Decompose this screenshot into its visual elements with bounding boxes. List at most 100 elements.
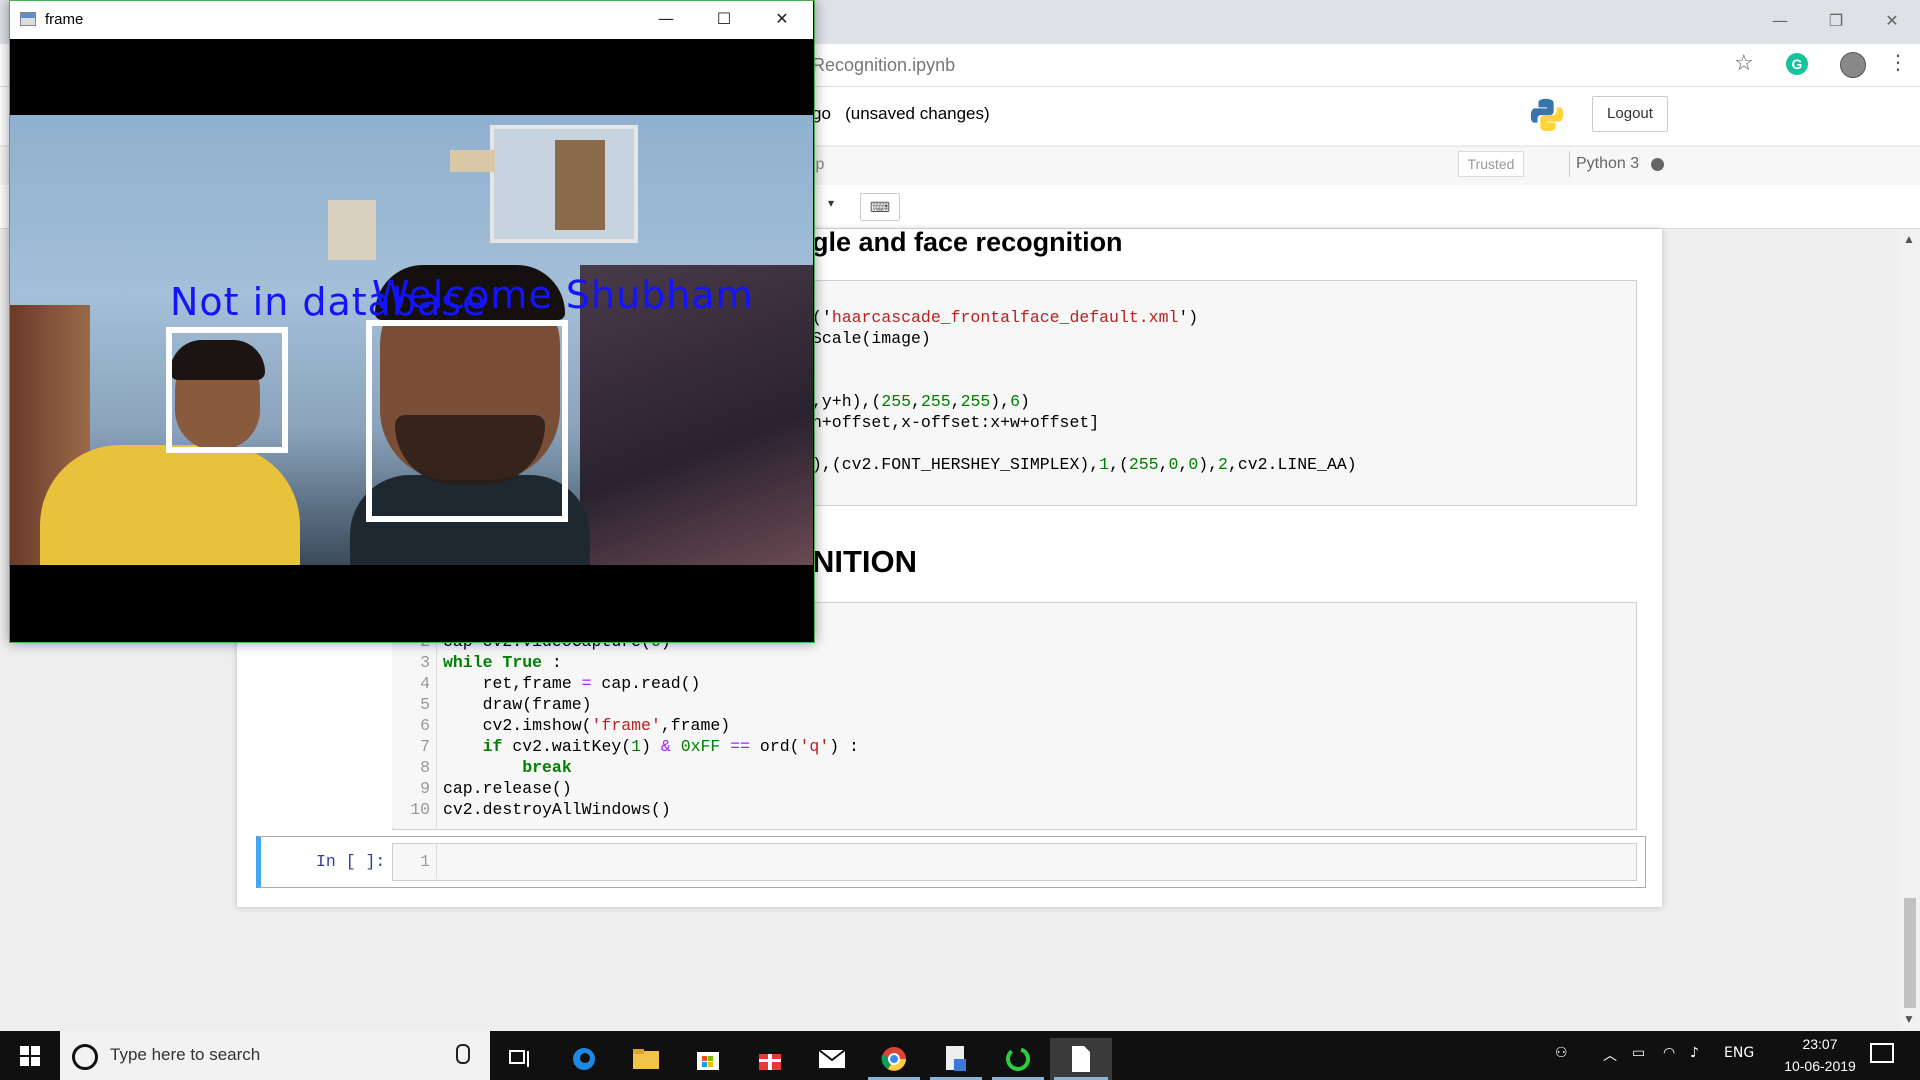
face-label-welcome: Welcome Shubham	[372, 273, 754, 317]
markdown-heading-2[interactable]: NITION	[812, 544, 917, 580]
code-token: ,	[1158, 455, 1169, 474]
scrollbar-thumb[interactable]	[1904, 898, 1916, 1008]
gift-app-icon[interactable]	[740, 1038, 800, 1080]
code-line: ,y+h),(255,255,255),6)	[812, 392, 1030, 411]
grammarly-extension-icon[interactable]: G	[1786, 53, 1808, 75]
notebook-name[interactable]: go (unsaved changes)	[812, 104, 990, 124]
door-shape	[555, 140, 605, 230]
frame-maximize-button[interactable]: ☐	[700, 6, 748, 32]
clock-time[interactable]: 23:07	[1790, 1036, 1850, 1052]
code-token: cap.release()	[443, 779, 572, 798]
battery-icon[interactable]: ▭	[1632, 1045, 1645, 1061]
code-line: Scale(image)	[812, 329, 931, 348]
frame-close-button[interactable]: ✕	[758, 6, 806, 32]
line-number: 4	[420, 674, 430, 693]
action-center-icon[interactable]	[1870, 1043, 1894, 1063]
code-line: cap.release()	[443, 779, 572, 798]
code-token: ,frame)	[660, 716, 731, 735]
code-token: 1	[631, 737, 642, 756]
browser-menu-icon[interactable]: ⋮	[1888, 50, 1908, 74]
kernel-separator	[1569, 151, 1570, 177]
start-button[interactable]	[0, 1031, 60, 1080]
code-token: ')	[1178, 308, 1199, 327]
code-token: 0	[1168, 455, 1179, 474]
code-token: 'q'	[799, 737, 830, 756]
frame-titlebar[interactable]	[10, 1, 813, 39]
code-token: 255	[1128, 455, 1159, 474]
markdown-heading-1[interactable]: gle and face recognition	[812, 227, 1123, 258]
store-icon[interactable]	[678, 1038, 738, 1080]
task-view-icon[interactable]	[490, 1038, 550, 1080]
kernel-name[interactable]: Python 3	[1576, 155, 1639, 173]
person-1-shirt	[40, 445, 300, 565]
kernel-busy-indicator-icon	[1651, 158, 1664, 171]
address-bar[interactable]: Recognition.ipynb	[812, 55, 955, 76]
code-token: h+offset,x-offset:x+w+offset]	[812, 413, 1100, 432]
code-token: Scale(image)	[812, 329, 931, 348]
line-number: 3	[420, 653, 430, 672]
face-box-2	[366, 320, 568, 522]
windows-logo-icon	[20, 1045, 40, 1066]
code-token: cv2.imshow(	[443, 716, 592, 735]
search-placeholder[interactable]: Type here to search	[110, 1045, 260, 1065]
code-line: cv2.imshow('frame',frame)	[443, 716, 731, 735]
code-token: 255	[881, 392, 912, 411]
document-app-icon[interactable]	[1050, 1038, 1112, 1080]
code-line: h+offset,x-offset:x+w+offset]	[812, 413, 1099, 432]
chrome-icon[interactable]	[864, 1038, 924, 1080]
profile-avatar[interactable]	[1840, 52, 1866, 78]
code-token: ,y+h),(	[812, 392, 882, 411]
edge-icon[interactable]	[554, 1038, 614, 1080]
browser-close-button[interactable]: ✕	[1864, 0, 1920, 40]
clock-date[interactable]: 10-06-2019	[1770, 1058, 1870, 1074]
webcam-video-frame: Not in database Welcome Shubham	[10, 115, 813, 565]
microphone-icon[interactable]	[456, 1044, 470, 1064]
code-token: cv2.waitKey(	[502, 737, 632, 756]
code-token: ,(	[1109, 455, 1129, 474]
code-token: =	[581, 674, 592, 693]
code-token: ),	[990, 392, 1011, 411]
frame-minimize-button[interactable]: —	[642, 6, 690, 32]
show-hidden-icons-icon[interactable]: ︿	[1603, 1045, 1617, 1065]
people-icon[interactable]: ⚇	[1555, 1045, 1568, 1061]
line-number: 7	[420, 737, 430, 756]
code-token: 255	[960, 392, 991, 411]
line-number: 9	[420, 779, 430, 798]
file-explorer-icon[interactable]	[616, 1038, 676, 1080]
mail-icon[interactable]	[802, 1038, 862, 1080]
code-token: break	[522, 758, 572, 777]
browser-minimize-button[interactable]: —	[1752, 0, 1808, 40]
language-indicator[interactable]: ENG	[1724, 1045, 1754, 1061]
code-cell-3-input[interactable]	[392, 843, 1637, 881]
volume-icon[interactable]: ♪	[1690, 1045, 1699, 1061]
trusted-badge[interactable]: Trusted	[1458, 151, 1524, 177]
scroll-down-icon[interactable]: ▼	[1903, 1012, 1915, 1026]
wifi-icon[interactable]: ◠	[1663, 1045, 1675, 1061]
code-line: ('haarcascade_frontalface_default.xml')	[812, 308, 1198, 327]
line-number: 6	[420, 716, 430, 735]
bookmark-star-icon[interactable]: ☆	[1734, 51, 1754, 76]
scroll-up-icon[interactable]: ▲	[1903, 232, 1915, 246]
python-logo-icon	[1530, 98, 1564, 132]
cell-type-dropdown[interactable]: ▾	[828, 196, 834, 210]
logout-button[interactable]: Logout	[1592, 96, 1668, 132]
code-token: ),	[1198, 455, 1219, 474]
browser-window-controls: — ❐ ✕	[1752, 0, 1920, 40]
code-token: ret,frame	[443, 674, 582, 693]
cell-prompt: In [ ]:	[316, 852, 386, 871]
code-line: ret,frame = cap.read()	[443, 674, 701, 693]
code-token: 2	[1218, 455, 1228, 474]
code-token: cap.read()	[591, 674, 701, 693]
file-app-icon[interactable]	[926, 1038, 986, 1080]
frame-app-icon	[20, 12, 36, 26]
command-palette-button[interactable]: ⌨	[860, 193, 900, 221]
code-token: haarcascade_frontalface_default.xml	[831, 308, 1179, 327]
code-line: break	[443, 758, 572, 777]
loading-app-icon[interactable]	[988, 1038, 1048, 1080]
code-line: draw(frame)	[443, 695, 592, 714]
code-token: cv2.destroyAllWindows()	[443, 800, 671, 819]
browser-restore-button[interactable]: ❐	[1808, 0, 1864, 40]
line-number: 8	[420, 758, 430, 777]
